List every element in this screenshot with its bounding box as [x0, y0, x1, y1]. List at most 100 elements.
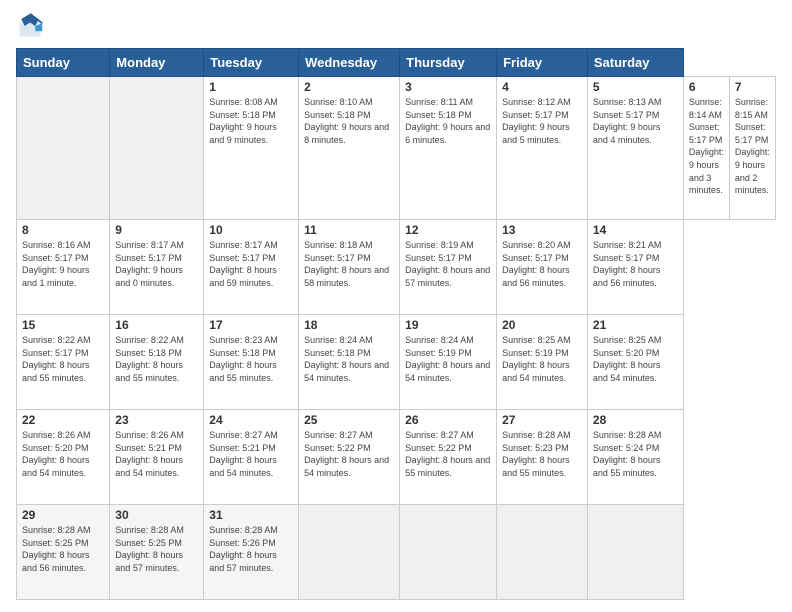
sunrise: Sunrise: 8:21 AM [593, 239, 678, 252]
week-row-4: 22 Sunrise: 8:26 AM Sunset: 5:20 PM Dayl… [17, 410, 776, 505]
day-number: 16 [115, 318, 198, 332]
calendar-cell: 3 Sunrise: 8:11 AM Sunset: 5:18 PM Dayli… [400, 77, 497, 220]
weekday-header-wednesday: Wednesday [299, 49, 400, 77]
day-info: Sunrise: 8:17 AM Sunset: 5:17 PM Dayligh… [209, 239, 293, 289]
calendar-cell [110, 77, 204, 220]
sunrise: Sunrise: 8:15 AM [735, 96, 770, 121]
daylight: Daylight: 8 hours and 58 minutes. [304, 264, 394, 289]
daylight: Daylight: 8 hours and 57 minutes. [115, 549, 198, 574]
sunset: Sunset: 5:17 PM [735, 121, 770, 146]
day-number: 6 [689, 80, 724, 94]
day-info: Sunrise: 8:25 AM Sunset: 5:19 PM Dayligh… [502, 334, 582, 384]
calendar-cell [587, 505, 683, 600]
daylight: Daylight: 8 hours and 55 minutes. [115, 359, 198, 384]
sunset: Sunset: 5:18 PM [405, 109, 491, 122]
day-number: 4 [502, 80, 582, 94]
weekday-header-thursday: Thursday [400, 49, 497, 77]
daylight: Daylight: 9 hours and 8 minutes. [304, 121, 394, 146]
calendar-cell: 28 Sunrise: 8:28 AM Sunset: 5:24 PM Dayl… [587, 410, 683, 505]
day-number: 19 [405, 318, 491, 332]
day-info: Sunrise: 8:16 AM Sunset: 5:17 PM Dayligh… [22, 239, 104, 289]
daylight: Daylight: 8 hours and 54 minutes. [304, 359, 394, 384]
sunset: Sunset: 5:17 PM [209, 252, 293, 265]
calendar-cell: 4 Sunrise: 8:12 AM Sunset: 5:17 PM Dayli… [497, 77, 588, 220]
day-info: Sunrise: 8:21 AM Sunset: 5:17 PM Dayligh… [593, 239, 678, 289]
sunset: Sunset: 5:18 PM [209, 347, 293, 360]
sunrise: Sunrise: 8:28 AM [115, 524, 198, 537]
sunrise: Sunrise: 8:25 AM [593, 334, 678, 347]
calendar-cell: 11 Sunrise: 8:18 AM Sunset: 5:17 PM Dayl… [299, 220, 400, 315]
sunrise: Sunrise: 8:14 AM [689, 96, 724, 121]
day-number: 12 [405, 223, 491, 237]
sunset: Sunset: 5:17 PM [502, 252, 582, 265]
day-info: Sunrise: 8:17 AM Sunset: 5:17 PM Dayligh… [115, 239, 198, 289]
day-info: Sunrise: 8:24 AM Sunset: 5:18 PM Dayligh… [304, 334, 394, 384]
calendar-cell: 14 Sunrise: 8:21 AM Sunset: 5:17 PM Dayl… [587, 220, 683, 315]
daylight: Daylight: 9 hours and 2 minutes. [735, 146, 770, 196]
sunrise: Sunrise: 8:26 AM [22, 429, 104, 442]
sunset: Sunset: 5:25 PM [22, 537, 104, 550]
day-info: Sunrise: 8:10 AM Sunset: 5:18 PM Dayligh… [304, 96, 394, 146]
header [16, 12, 776, 40]
week-row-3: 15 Sunrise: 8:22 AM Sunset: 5:17 PM Dayl… [17, 315, 776, 410]
day-number: 20 [502, 318, 582, 332]
sunset: Sunset: 5:18 PM [209, 109, 293, 122]
sunrise: Sunrise: 8:24 AM [304, 334, 394, 347]
calendar-cell [400, 505, 497, 600]
day-info: Sunrise: 8:28 AM Sunset: 5:26 PM Dayligh… [209, 524, 293, 574]
weekday-header-monday: Monday [110, 49, 204, 77]
day-number: 5 [593, 80, 678, 94]
sunset: Sunset: 5:22 PM [405, 442, 491, 455]
day-number: 11 [304, 223, 394, 237]
daylight: Daylight: 8 hours and 56 minutes. [502, 264, 582, 289]
sunrise: Sunrise: 8:10 AM [304, 96, 394, 109]
weekday-header-row: SundayMondayTuesdayWednesdayThursdayFrid… [17, 49, 776, 77]
daylight: Daylight: 8 hours and 59 minutes. [209, 264, 293, 289]
sunrise: Sunrise: 8:26 AM [115, 429, 198, 442]
day-info: Sunrise: 8:11 AM Sunset: 5:18 PM Dayligh… [405, 96, 491, 146]
day-number: 15 [22, 318, 104, 332]
day-info: Sunrise: 8:28 AM Sunset: 5:23 PM Dayligh… [502, 429, 582, 479]
sunset: Sunset: 5:17 PM [22, 347, 104, 360]
sunrise: Sunrise: 8:23 AM [209, 334, 293, 347]
weekday-header-sunday: Sunday [17, 49, 110, 77]
calendar-cell: 19 Sunrise: 8:24 AM Sunset: 5:19 PM Dayl… [400, 315, 497, 410]
sunrise: Sunrise: 8:18 AM [304, 239, 394, 252]
sunset: Sunset: 5:21 PM [115, 442, 198, 455]
page: SundayMondayTuesdayWednesdayThursdayFrid… [0, 0, 792, 612]
daylight: Daylight: 8 hours and 57 minutes. [405, 264, 491, 289]
daylight: Daylight: 8 hours and 57 minutes. [209, 549, 293, 574]
daylight: Daylight: 8 hours and 55 minutes. [502, 454, 582, 479]
calendar-cell: 12 Sunrise: 8:19 AM Sunset: 5:17 PM Dayl… [400, 220, 497, 315]
day-number: 9 [115, 223, 198, 237]
calendar-cell: 26 Sunrise: 8:27 AM Sunset: 5:22 PM Dayl… [400, 410, 497, 505]
sunrise: Sunrise: 8:27 AM [304, 429, 394, 442]
week-row-5: 29 Sunrise: 8:28 AM Sunset: 5:25 PM Dayl… [17, 505, 776, 600]
sunrise: Sunrise: 8:11 AM [405, 96, 491, 109]
day-info: Sunrise: 8:28 AM Sunset: 5:24 PM Dayligh… [593, 429, 678, 479]
calendar-cell: 31 Sunrise: 8:28 AM Sunset: 5:26 PM Dayl… [204, 505, 299, 600]
calendar-cell: 16 Sunrise: 8:22 AM Sunset: 5:18 PM Dayl… [110, 315, 204, 410]
day-info: Sunrise: 8:20 AM Sunset: 5:17 PM Dayligh… [502, 239, 582, 289]
day-number: 21 [593, 318, 678, 332]
day-info: Sunrise: 8:08 AM Sunset: 5:18 PM Dayligh… [209, 96, 293, 146]
day-info: Sunrise: 8:26 AM Sunset: 5:20 PM Dayligh… [22, 429, 104, 479]
day-info: Sunrise: 8:24 AM Sunset: 5:19 PM Dayligh… [405, 334, 491, 384]
day-number: 8 [22, 223, 104, 237]
calendar-cell: 27 Sunrise: 8:28 AM Sunset: 5:23 PM Dayl… [497, 410, 588, 505]
sunset: Sunset: 5:17 PM [689, 121, 724, 146]
day-number: 23 [115, 413, 198, 427]
day-number: 25 [304, 413, 394, 427]
daylight: Daylight: 9 hours and 4 minutes. [593, 121, 678, 146]
sunrise: Sunrise: 8:16 AM [22, 239, 104, 252]
weekday-header-friday: Friday [497, 49, 588, 77]
calendar-cell: 13 Sunrise: 8:20 AM Sunset: 5:17 PM Dayl… [497, 220, 588, 315]
sunset: Sunset: 5:17 PM [115, 252, 198, 265]
sunset: Sunset: 5:25 PM [115, 537, 198, 550]
sunset: Sunset: 5:18 PM [115, 347, 198, 360]
daylight: Daylight: 8 hours and 55 minutes. [405, 454, 491, 479]
day-number: 29 [22, 508, 104, 522]
sunrise: Sunrise: 8:24 AM [405, 334, 491, 347]
daylight: Daylight: 9 hours and 9 minutes. [209, 121, 293, 146]
daylight: Daylight: 8 hours and 54 minutes. [209, 454, 293, 479]
